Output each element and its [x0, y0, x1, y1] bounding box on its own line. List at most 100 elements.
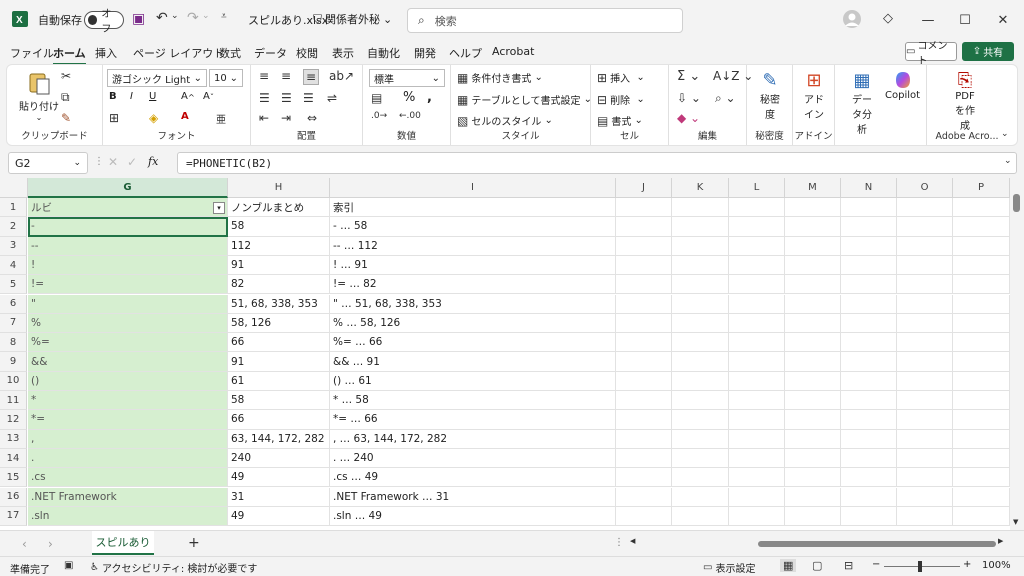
cell-o14[interactable]	[897, 448, 953, 469]
cell-j15[interactable]	[616, 468, 672, 488]
cell-h17[interactable]: 49	[228, 506, 330, 527]
cell-k16[interactable]	[672, 487, 729, 507]
cell-h5[interactable]: 82	[228, 275, 330, 295]
delete-cells-button[interactable]: ⊟ 削除 ⌄	[597, 92, 645, 108]
cell-g7[interactable]: %	[28, 313, 228, 334]
cell-i8[interactable]: %= … 66	[330, 333, 616, 353]
cell-g17[interactable]: .sln	[28, 506, 228, 527]
scroll-right-icon[interactable]: ▶	[998, 537, 1003, 545]
font-name-select[interactable]: 游ゴシック Light ⌄	[107, 69, 207, 87]
cell-i11[interactable]: * … 58	[330, 391, 616, 411]
cell-m17[interactable]	[785, 506, 841, 527]
cell-h15[interactable]: 49	[228, 468, 330, 488]
add-sheet-icon[interactable]: +	[188, 535, 200, 551]
column-header-j[interactable]: J	[616, 178, 672, 198]
column-header-o[interactable]: O	[897, 178, 953, 198]
cell-o2[interactable]	[897, 217, 953, 237]
menu-help[interactable]: ヘルプ	[449, 45, 482, 61]
display-settings-button[interactable]: ▭ 表示設定	[703, 560, 755, 575]
confirm-entry-icon[interactable]: ✓	[127, 155, 137, 169]
cell-i1[interactable]: 索引	[330, 198, 616, 218]
cell-i16[interactable]: .NET Framework … 31	[330, 487, 616, 507]
cell-n3[interactable]	[841, 236, 897, 256]
cell-p2[interactable]	[953, 217, 1010, 237]
cell-i3[interactable]: -- … 112	[330, 236, 616, 256]
cell-n11[interactable]	[841, 391, 897, 411]
data-analysis-button[interactable]: ▦ データ分析	[849, 70, 875, 136]
cell-g8[interactable]: %=	[28, 333, 228, 353]
cell-g12[interactable]: *=	[28, 410, 228, 430]
cell-n2[interactable]	[841, 217, 897, 237]
cell-j14[interactable]	[616, 448, 672, 469]
cell-m1[interactable]	[785, 198, 841, 218]
row-header[interactable]: 8	[0, 333, 27, 353]
cell-h9[interactable]: 91	[228, 352, 330, 372]
cell-p8[interactable]	[953, 333, 1010, 353]
copy-icon[interactable]: ⧉	[61, 90, 70, 105]
cell-i17[interactable]: .sln … 49	[330, 506, 616, 527]
select-all-corner[interactable]	[0, 178, 28, 198]
page-break-view-icon[interactable]: ⊟	[844, 559, 853, 572]
cell-m5[interactable]	[785, 275, 841, 295]
font-color-button[interactable]: A	[181, 111, 189, 122]
cell-n13[interactable]	[841, 429, 897, 449]
cell-p4[interactable]	[953, 255, 1010, 276]
format-cells-button[interactable]: ▤ 書式 ⌄	[597, 113, 643, 129]
scroll-down-icon[interactable]: ▼	[1013, 518, 1018, 526]
column-header-m[interactable]: M	[785, 178, 841, 198]
cell-k9[interactable]	[672, 352, 729, 372]
cell-h14[interactable]: 240	[228, 448, 330, 469]
cell-h11[interactable]: 58	[228, 391, 330, 411]
cell-j7[interactable]	[616, 313, 672, 334]
row-header[interactable]: 5	[0, 275, 27, 295]
account-avatar[interactable]	[843, 10, 861, 28]
insert-cells-button[interactable]: ⊞ 挿入 ⌄	[597, 70, 645, 86]
grow-font-button[interactable]: A ^	[181, 91, 195, 102]
row-header[interactable]: 1	[0, 198, 27, 218]
expand-formula-icon[interactable]: ⌄	[1004, 156, 1012, 166]
fill-color-icon[interactable]: ◈	[149, 111, 158, 125]
cell-m10[interactable]	[785, 371, 841, 391]
row-header[interactable]: 14	[0, 448, 27, 469]
cancel-entry-icon[interactable]: ✕	[108, 155, 118, 169]
cut-icon[interactable]: ✂	[61, 69, 71, 83]
menu-view[interactable]: 表示	[332, 45, 354, 61]
row-header[interactable]: 9	[0, 352, 27, 372]
cell-h10[interactable]: 61	[228, 371, 330, 391]
cell-o16[interactable]	[897, 487, 953, 507]
merge-icon[interactable]: ⇔	[307, 111, 317, 125]
decrease-indent-icon[interactable]: ⇤	[259, 111, 269, 125]
cell-k7[interactable]	[672, 313, 729, 334]
cell-k13[interactable]	[672, 429, 729, 449]
redo-icon[interactable]: ↷	[187, 10, 199, 26]
cell-h7[interactable]: 58, 126	[228, 313, 330, 334]
cell-o17[interactable]	[897, 506, 953, 527]
italic-button[interactable]: I	[130, 91, 133, 102]
formula-input[interactable]: =PHONETIC(B2)	[177, 152, 1017, 174]
menu-file[interactable]: ファイル	[10, 45, 54, 61]
cell-n4[interactable]	[841, 255, 897, 276]
cell-o15[interactable]	[897, 468, 953, 488]
cell-p5[interactable]	[953, 275, 1010, 295]
cell-g16[interactable]: .NET Framework	[28, 487, 228, 507]
cell-g9[interactable]: &&	[28, 352, 228, 372]
cell-k11[interactable]	[672, 391, 729, 411]
format-as-table-button[interactable]: ▦ テーブルとして書式設定 ⌄	[457, 92, 592, 108]
cell-p10[interactable]	[953, 371, 1010, 391]
cell-p12[interactable]	[953, 410, 1010, 430]
cell-l8[interactable]	[729, 333, 785, 353]
cell-l10[interactable]	[729, 371, 785, 391]
cell-n10[interactable]	[841, 371, 897, 391]
zoom-level[interactable]: 100%	[982, 560, 1011, 571]
cell-o13[interactable]	[897, 429, 953, 449]
cell-k14[interactable]	[672, 448, 729, 469]
find-icon[interactable]: ⌕ ⌄	[715, 91, 736, 106]
prev-sheet-icon[interactable]: ‹	[22, 537, 27, 551]
row-header[interactable]: 11	[0, 391, 27, 411]
cell-h3[interactable]: 112	[228, 236, 330, 256]
cell-p16[interactable]	[953, 487, 1010, 507]
cell-p15[interactable]	[953, 468, 1010, 488]
copilot-button[interactable]: Copilot	[885, 70, 920, 101]
cell-h12[interactable]: 66	[228, 410, 330, 430]
scroll-left-icon[interactable]: ◀	[630, 537, 635, 545]
